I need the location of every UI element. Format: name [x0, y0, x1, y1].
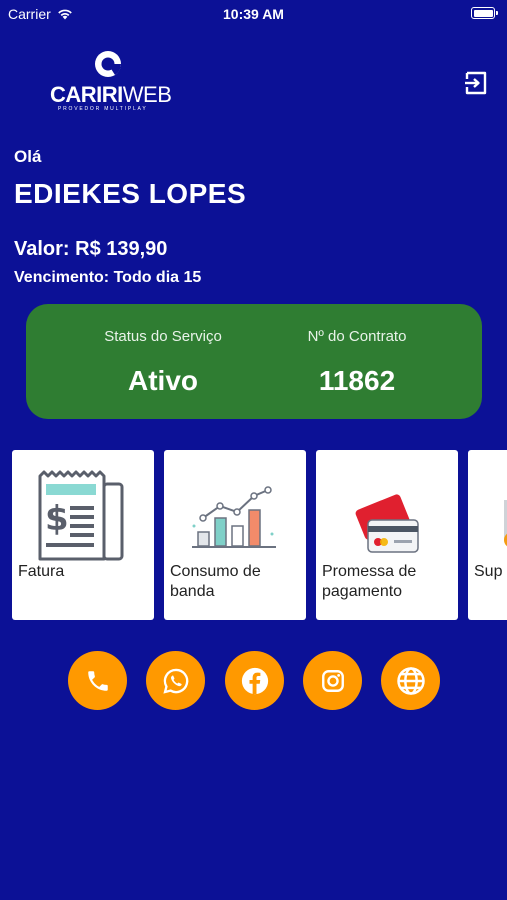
card-label: Sup: [474, 563, 503, 580]
card-consumo-de-banda[interactable]: Consumo de banda: [164, 450, 306, 620]
card-label: Promessa de pagamento: [322, 563, 417, 600]
status-bar: Carrier 10:39 AM: [0, 0, 507, 28]
services-carousel[interactable]: $ Fatura Consumo de banda Promessa de pa…: [12, 450, 507, 620]
facebook-icon: [241, 667, 268, 694]
card-label: Consumo de banda: [170, 563, 261, 600]
battery-icon: [471, 7, 498, 19]
instagram-button[interactable]: [303, 651, 362, 710]
globe-icon: [396, 666, 425, 695]
payment-cards-icon: [355, 494, 419, 553]
logo-mark-icon: [95, 51, 122, 77]
whatsapp-button[interactable]: [146, 651, 205, 710]
greeting-label: Olá: [14, 147, 42, 166]
facebook-button[interactable]: [225, 651, 284, 710]
user-name: EDIEKES LOPES: [14, 178, 247, 209]
logo-tagline: PROVEDOR MULTIPLAY: [58, 106, 148, 112]
brand-logo: CARIRIWEB PROVEDOR MULTIPLAY: [50, 50, 172, 112]
logout-icon[interactable]: [463, 70, 489, 96]
website-button[interactable]: [381, 651, 440, 710]
contract-number-value: 11862: [318, 365, 396, 396]
card-label: Fatura: [18, 563, 65, 580]
support-icon: [504, 500, 507, 547]
phone-icon: [87, 670, 108, 691]
logo-wordmark: CARIRIWEB: [50, 82, 172, 107]
card-promessa-de-pagamento[interactable]: Promessa de pagamento: [316, 450, 458, 620]
service-status: Status do Serviço Ativo: [68, 328, 258, 397]
billing-amount: Valor: R$ 139,90: [14, 238, 168, 260]
service-status-value: Ativo: [128, 365, 198, 396]
contact-buttons: [68, 651, 448, 711]
contract-number-label: Nº do Contrato: [307, 328, 407, 345]
bandwidth-chart-icon: [192, 486, 276, 548]
card-suporte[interactable]: Sup: [468, 450, 507, 620]
whatsapp-icon: [162, 668, 188, 694]
contract-number: Nº do Contrato 11862: [262, 328, 452, 397]
instagram-icon: [321, 669, 344, 692]
svg-text:$: $: [45, 499, 69, 539]
billing-due-date: Vencimento: Todo dia 15: [14, 269, 202, 286]
service-status-card: Status do Serviço Ativo Nº do Contrato 1…: [26, 304, 482, 419]
invoice-icon: $: [38, 470, 124, 561]
service-status-label: Status do Serviço: [104, 328, 222, 345]
phone-button[interactable]: [68, 651, 127, 710]
card-fatura[interactable]: $ Fatura: [12, 450, 154, 620]
clock: 10:39 AM: [223, 6, 284, 22]
